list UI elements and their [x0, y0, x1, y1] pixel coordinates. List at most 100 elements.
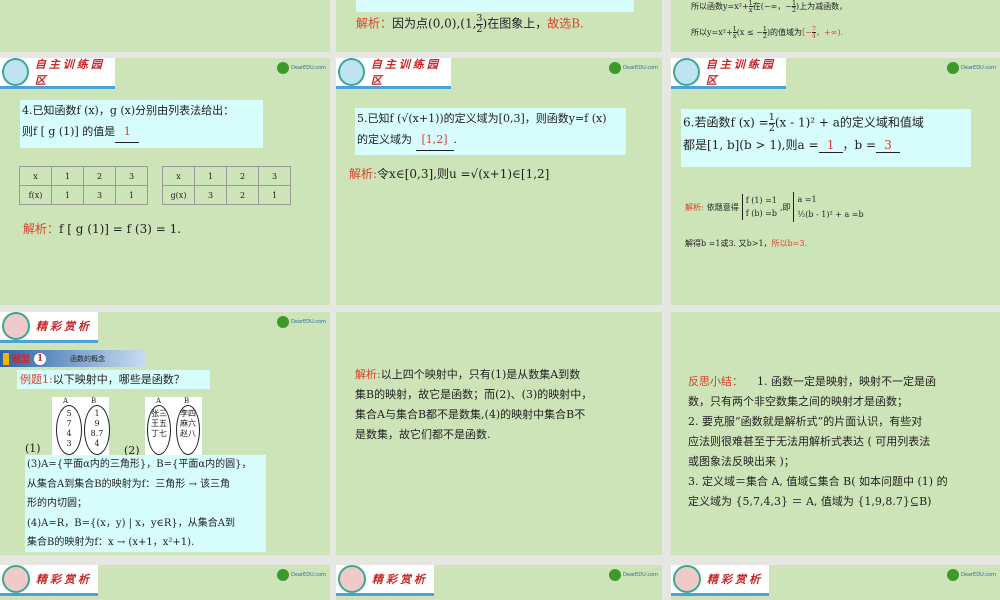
slide-thumbnail-3[interactable]: 所以函数y=x²+ 1 x 在(−∞，− 1 2)上为减函数， 所以y=x²+ 1 x (x ≤…: [671, 0, 1000, 52]
set-element: 5: [66, 409, 72, 418]
logo-text: DearEDU.com: [623, 572, 658, 578]
t: 例题1:: [20, 373, 53, 386]
slide-thumbnail-5[interactable]: 自主训练园区 DearEDU.com 5.已知f (√(x+1))的定义域为[0…: [336, 58, 662, 305]
table-cell: 1: [51, 185, 84, 205]
set-a: 张三 王五 丁七: [147, 405, 171, 455]
analysis: 解析:以上四个映射中，只有(1)是从数集A到数 集B的映射，故它是函数；而(2)、…: [355, 365, 592, 445]
slide-thumbnail-4[interactable]: 自主训练园区 DearEDU.com 4.已知函数f (x)，g (x)分别由列…: [0, 58, 330, 305]
logo-text: DearEDU.com: [291, 319, 326, 325]
banner-title: 精彩赏析: [36, 320, 92, 333]
t: 所以b=3.: [771, 239, 808, 248]
text: 以上四个映射中，只有(1)是从数集A到数: [380, 368, 581, 381]
dearedu-logo: DearEDU.com: [277, 62, 326, 74]
set-b: 1 9 8.7 4: [84, 405, 110, 455]
slide-thumbnail-2[interactable]: 解析：因为点(0,0),(1, 3 2)在图象上，故选B.: [336, 0, 662, 52]
solution: 解得b =1或3. 又b>1，所以b=3.: [685, 238, 807, 249]
set-element: 赵八: [180, 429, 196, 438]
analysis-text: 解析：因为点(0,0),(1, 3 2)在图象上，故选B.: [356, 14, 584, 34]
question-box: 6.若函数f (x) = 1 2 (x - 1)² + a的定义域和值域 都是[1, …: [681, 109, 971, 167]
mascot-icon: [2, 312, 30, 340]
table-row: f(x) 1 3 1: [19, 185, 148, 205]
set-element: 1: [94, 409, 100, 418]
question-box: [356, 0, 634, 12]
logo-text: DearEDU.com: [961, 572, 996, 578]
type-num: 1: [34, 352, 47, 365]
slide-thumbnail-12[interactable]: 精彩赏析 DearEDU.com: [671, 565, 1000, 600]
text-line: 定义域为 {5,7,4,3} ＝ A, 值域为 {1,9,8.7}⊆B): [688, 495, 932, 508]
logo-text: DearEDU.com: [291, 572, 326, 578]
type-title: 函数的概念: [70, 354, 106, 363]
t: 则f [ g (1)] 的值是: [22, 125, 116, 138]
type-tag: 题型: [12, 355, 31, 365]
t: .: [453, 133, 458, 146]
text-line: 集合A与集合B都不是数集,(4)的映射中集合B不: [355, 408, 586, 421]
summary: 反思小结： 1. 函数一定是映射，映射不一定是函数，只有两个非空数集之间的映射才是…: [688, 372, 988, 512]
t: 依题意得: [706, 202, 739, 212]
text-line: 从集合A到集合B的映射为f：三角形 → 该三角: [27, 478, 231, 490]
slide-thumbnail-10[interactable]: 精彩赏析 DearEDU.com: [0, 565, 330, 600]
t: 以下映射中，哪些是函数？: [52, 373, 185, 386]
analysis-label: 解析：: [356, 16, 393, 31]
t: 所以y=x²+: [691, 27, 733, 37]
slide-thumbnail-9[interactable]: 反思小结： 1. 函数一定是映射，映射不一定是函数，只有两个非空数集之间的映射才是…: [671, 312, 1000, 555]
slide-thumbnail-6[interactable]: 自主训练园区 DearEDU.com 6.若函数f (x) = 1 2 (x - 1)…: [671, 58, 1000, 305]
question-line: 6.若函数f (x) = 1 2 (x - 1)² + a的定义域和值域: [683, 113, 971, 133]
slide-thumbnail-1[interactable]: [0, 0, 330, 52]
text: )在图象上，: [482, 16, 548, 31]
dearedu-logo: DearEDU.com: [947, 62, 996, 74]
logo-text: DearEDU.com: [961, 65, 996, 71]
text-line: 形的内切圆；: [27, 498, 87, 509]
slide-thumbnail-11[interactable]: 精彩赏析 DearEDU.com: [336, 565, 662, 600]
banner-title: 自主训练园区: [34, 58, 105, 87]
mascot-icon: [338, 565, 366, 593]
answer: 1: [115, 121, 140, 143]
line-2: 所以y=x²+ 1 x (x ≤ −1 2)的值域为[− 7 4 ，+∞).: [691, 26, 843, 40]
table-cell: 3: [83, 185, 116, 205]
g-table: x 1 2 3 g(x) 3 2 1: [162, 166, 291, 205]
text-line: 数，只有两个非空数集之间的映射才是函数；: [688, 395, 908, 408]
t: ，b =: [842, 138, 877, 153]
table-cell: 3: [115, 166, 148, 186]
t: (x ≤ −: [736, 27, 763, 37]
slide-thumbnail-7[interactable]: 精彩赏析 DearEDU.com 题型 1 函数的概念 例题1:以下映射中，哪些…: [0, 312, 330, 555]
table-cell: 1: [115, 185, 148, 205]
set-element: 7: [66, 419, 72, 428]
example-text-box: (3)A={平面α内的三角形}，B={平面α内的圆}， 从集合A到集合B的映射为f…: [25, 455, 266, 552]
table-cell: 2: [226, 166, 259, 186]
banner-title: 自主训练园区: [370, 58, 441, 87]
logo-text: DearEDU.com: [291, 65, 326, 71]
set-element: 8.7: [90, 429, 104, 438]
logo-text: DearEDU.com: [623, 65, 658, 71]
set-element: 9: [94, 419, 100, 428]
label: 反思小结：: [688, 375, 743, 388]
table-row: g(x) 3 2 1: [162, 185, 291, 205]
set-b: 李四 麻六 赵八: [176, 405, 200, 455]
t: 解得b =1或3. 又b>1，: [685, 239, 772, 248]
section-banner: 自主训练园区: [671, 58, 786, 89]
slide-thumbnail-8[interactable]: 解析:以上四个映射中，只有(1)是从数集A到数 集B的映射，故它是函数；而(2)、…: [336, 312, 662, 555]
t: 都是[1, b](b > 1),则a =: [683, 138, 819, 153]
bookmark-icon: [3, 352, 9, 365]
t: f (1) =1: [745, 196, 777, 205]
set-element: 王五: [151, 419, 167, 428]
set-element: 3: [66, 439, 72, 448]
question-box: 5.已知f (√(x+1))的定义域为[0,3]，则函数y=f (x) 的定义域…: [355, 108, 626, 155]
t: ,即: [779, 202, 791, 212]
section-banner: 自主训练园区: [0, 58, 115, 89]
set-element: 张三: [151, 409, 167, 418]
dearedu-logo: DearEDU.com: [277, 316, 326, 328]
section-banner: 精彩赏析: [0, 312, 98, 343]
table-cell: 1: [51, 166, 84, 186]
text-line: 反思小结： 1. 函数一定是映射，映射不一定是函: [688, 372, 988, 392]
text-line: 3. 定义域＝集合 A, 值域⊆集合 B( 如本问题中 (1) 的: [688, 475, 948, 488]
text-line: 是数集，故它们都不是函数.: [355, 428, 491, 441]
analysis-text: f [ g (1)] = f (3) = 1.: [59, 222, 182, 236]
text-line: (4)A=R，B={(x，y) | x，y∈R}，从集合A到: [27, 517, 236, 529]
text: 1. 函数一定是映射，映射不一定是函: [757, 375, 936, 388]
example-title: 例题1:以下映射中，哪些是函数？: [17, 370, 210, 389]
text: 因为点(0,0),(1,: [392, 16, 477, 31]
analysis: 解析：f [ g (1)] = f (3) = 1.: [23, 220, 181, 237]
answer: [1,2]: [415, 129, 454, 151]
table-cell: x: [162, 166, 195, 186]
t: )上为减函数，: [796, 1, 848, 11]
